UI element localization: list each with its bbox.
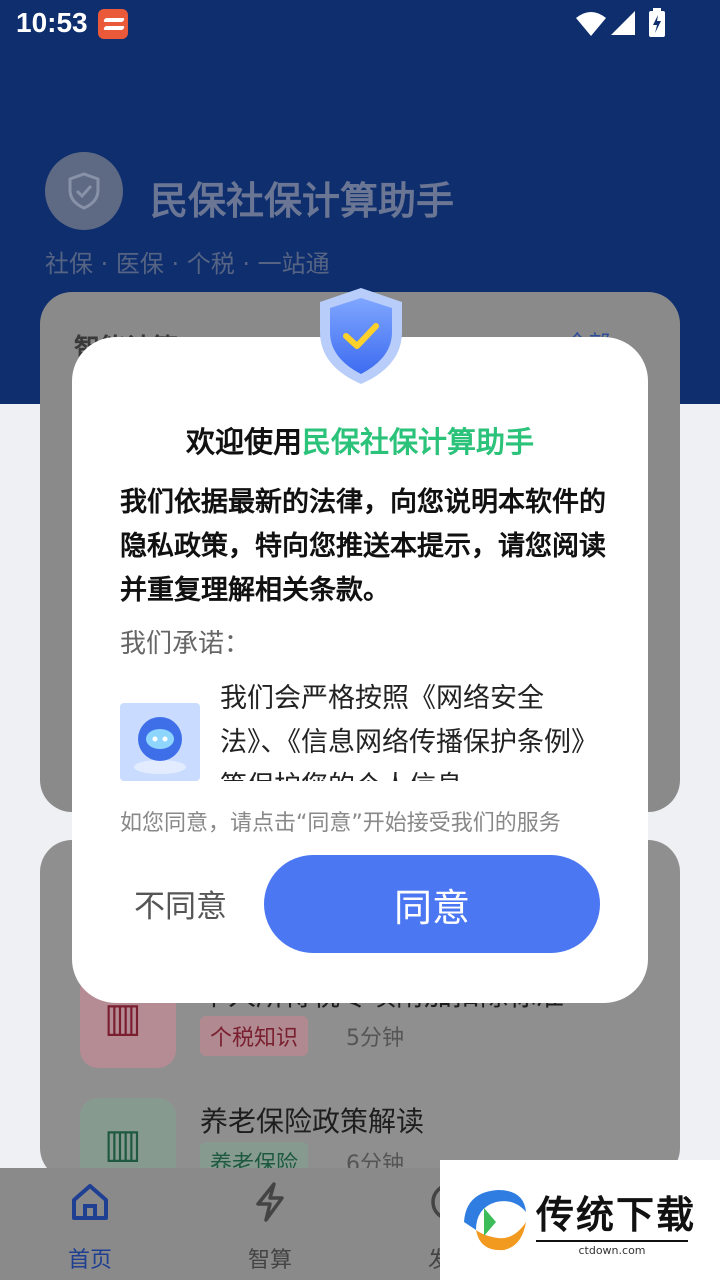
- dialog-title: 欢迎使用民保社保计算助手: [72, 419, 648, 461]
- disagree-button[interactable]: 不同意: [134, 873, 250, 933]
- dialog-scroll-area[interactable]: 我们会严格按照《网络安全法》、《信息网络传播保护条例》等保护您的个人信息: [120, 677, 612, 781]
- watermark: 传统下载 ctdown.com: [440, 1160, 720, 1280]
- privacy-illustration: [120, 703, 200, 781]
- dialog-promise-label: 我们承诺：: [120, 629, 251, 659]
- ctdown-logo-icon: [464, 1190, 526, 1251]
- dialog-intro: 我们依据最新的法律，向您说明本软件的隐私政策，特向您推送本提示，请您阅读并重复理…: [120, 487, 606, 606]
- shield-check-icon: [320, 288, 402, 384]
- dialog-title-prefix: 欢迎使用: [185, 425, 302, 459]
- dialog-body-text: 我们会严格按照《网络安全法》、《信息网络传播保护条例》等保护您的个人信息: [220, 683, 598, 781]
- agree-button[interactable]: 同意: [264, 855, 600, 953]
- watermark-url: ctdown.com: [536, 1240, 688, 1257]
- watermark-brand: 传统下载: [536, 1193, 697, 1237]
- robot-icon: [134, 717, 186, 774]
- dialog-consent-hint: 如您同意，请点击“同意”开始接受我们的服务: [120, 811, 561, 836]
- privacy-dialog: 欢迎使用民保社保计算助手 我们依据最新的法律，向您说明本软件的隐私政策，特向您推…: [72, 337, 648, 1003]
- dialog-title-app-name: 民保社保计算助手: [302, 425, 535, 459]
